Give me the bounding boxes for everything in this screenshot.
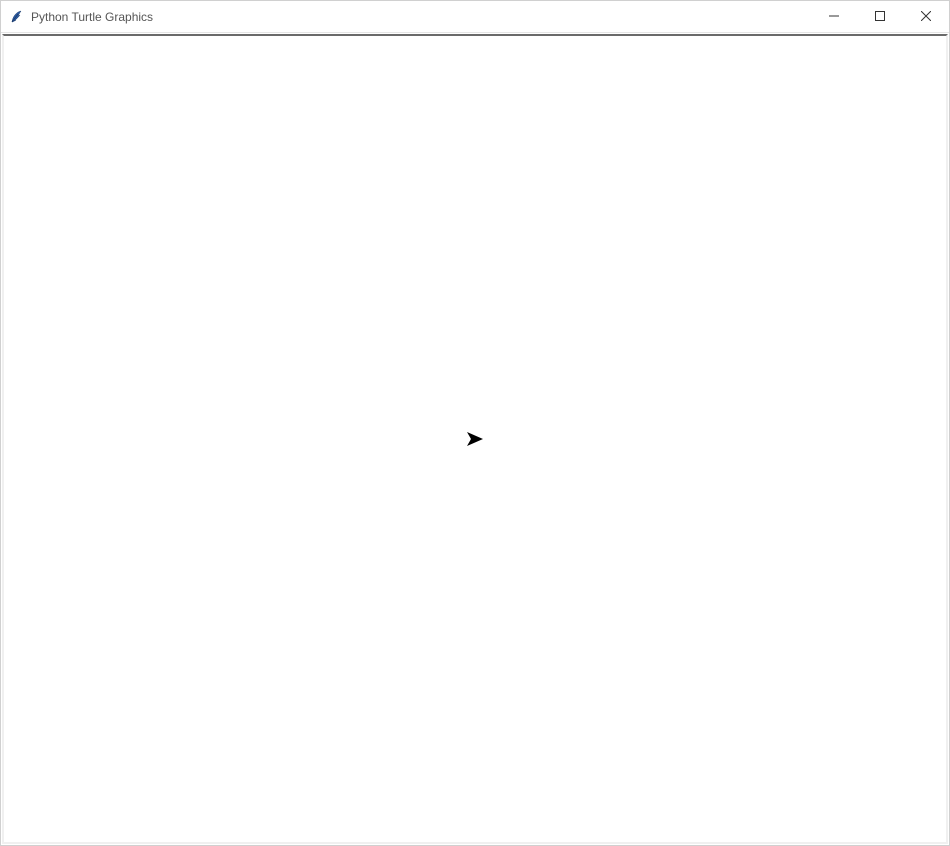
- turtle-cursor-icon: [467, 432, 483, 446]
- minimize-icon: [829, 8, 839, 26]
- turtle-canvas[interactable]: [4, 36, 946, 842]
- minimize-button[interactable]: [811, 1, 857, 32]
- application-window: Python Turtle Graphics: [0, 0, 950, 846]
- feather-icon: [9, 9, 25, 25]
- canvas-frame: [2, 34, 948, 844]
- window-controls: [811, 1, 949, 32]
- titlebar[interactable]: Python Turtle Graphics: [1, 1, 949, 33]
- close-icon: [921, 8, 931, 26]
- maximize-icon: [875, 8, 885, 26]
- maximize-button[interactable]: [857, 1, 903, 32]
- window-title: Python Turtle Graphics: [31, 10, 811, 24]
- close-button[interactable]: [903, 1, 949, 32]
